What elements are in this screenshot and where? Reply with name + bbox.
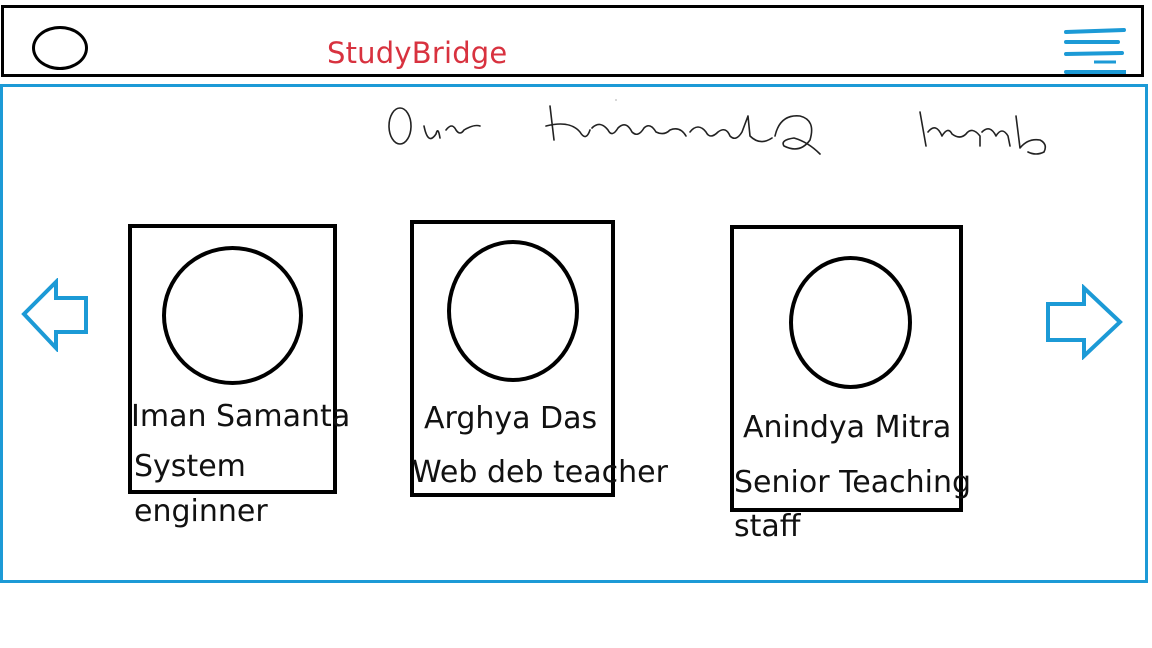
arrow-right-icon[interactable]: [1044, 284, 1124, 360]
hamburger-menu-icon[interactable]: [1064, 28, 1126, 78]
member-role: Web deb teacher: [412, 455, 668, 490]
arrow-left-icon[interactable]: [20, 278, 90, 352]
logo-circle-icon[interactable]: [32, 26, 88, 70]
brand-title[interactable]: StudyBridge: [327, 36, 507, 70]
avatar: [447, 240, 579, 382]
member-name: Arghya Das: [424, 401, 598, 436]
handwritten-heading: [388, 99, 1047, 155]
avatar: [162, 246, 303, 385]
member-role: Senior Teaching: [734, 465, 972, 500]
member-role-continued: staff: [734, 509, 801, 544]
member-name: Iman Samanta: [131, 399, 351, 434]
avatar: [789, 256, 912, 389]
app-header: StudyBridge: [1, 5, 1144, 77]
member-role: System: [134, 449, 246, 484]
member-name: Anindya Mitra: [743, 410, 952, 445]
member-role-continued: enginner: [134, 494, 268, 529]
